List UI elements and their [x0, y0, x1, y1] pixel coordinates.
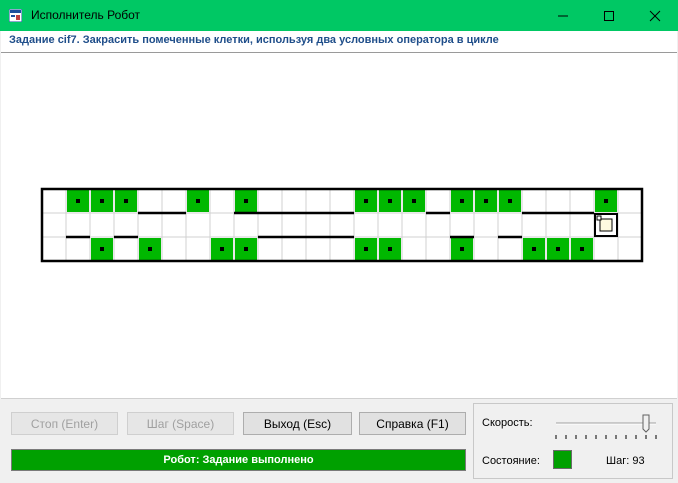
stop-button[interactable]: Стоп (Enter) [11, 412, 118, 435]
speed-slider[interactable] [552, 412, 662, 442]
robot-icon [599, 218, 613, 232]
cell-marker [412, 199, 416, 203]
cell-marker [244, 247, 248, 251]
cell-marker [508, 199, 512, 203]
cell-marker [388, 199, 392, 203]
cell-marker [556, 247, 560, 251]
maximize-icon [604, 10, 614, 21]
cell-marker [244, 199, 248, 203]
robot-corner [596, 215, 602, 221]
title-bar: Исполнитель Робот [0, 0, 678, 31]
robot-field [40, 187, 644, 263]
cell-marker [388, 247, 392, 251]
state-indicator [553, 450, 572, 469]
status-bar: Робот: Задание выполнено [11, 449, 466, 471]
cell-marker [604, 199, 608, 203]
cell-marker [484, 199, 488, 203]
cell-marker [76, 199, 80, 203]
app-icon [9, 9, 22, 22]
speed-state-panel: Скорость: Состояние: Шаг: 93 [473, 403, 673, 479]
cell-marker [124, 199, 128, 203]
maximize-button[interactable] [586, 0, 632, 31]
cell-marker [100, 247, 104, 251]
exit-button[interactable]: Выход (Esc) [243, 412, 352, 435]
state-label: Состояние: [482, 455, 540, 467]
cell-marker [364, 199, 368, 203]
step-button[interactable]: Шаг (Space) [127, 412, 234, 435]
cell-marker [460, 247, 464, 251]
speed-label: Скорость: [482, 417, 533, 429]
field-area [1, 53, 677, 398]
cell-marker [100, 199, 104, 203]
task-description: Задание cif7. Закрасить помеченные клетк… [9, 34, 499, 46]
cell-marker [196, 199, 200, 203]
control-panel: Стоп (Enter) Шаг (Space) Выход (Esc) Спр… [1, 398, 677, 483]
cell-marker [364, 247, 368, 251]
cell-marker [148, 247, 152, 251]
speed-slider-thumb[interactable] [642, 414, 650, 433]
minimize-icon [558, 15, 568, 16]
cell-marker [460, 199, 464, 203]
status-message: Робот: Задание выполнено [163, 454, 314, 466]
help-button[interactable]: Справка (F1) [359, 412, 466, 435]
close-icon [649, 10, 661, 21]
cell-marker [220, 247, 224, 251]
task-panel: Задание cif7. Закрасить помеченные клетк… [1, 31, 677, 53]
minimize-button[interactable] [540, 0, 586, 31]
step-counter: Шаг: 93 [606, 455, 645, 467]
close-button[interactable] [632, 0, 678, 31]
window-title: Исполнитель Робот [31, 8, 141, 22]
cell-marker [532, 247, 536, 251]
cell-marker [580, 247, 584, 251]
